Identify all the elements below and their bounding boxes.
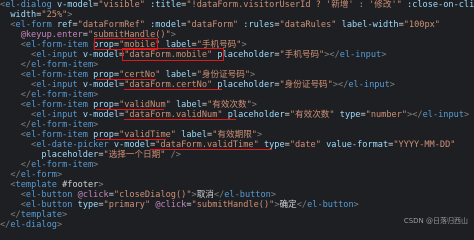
highlight-underline-prop-validnum — [96, 109, 164, 110]
highlight-underline-vmodel-validtime — [150, 149, 272, 150]
highlight-underline-vmodel-validnum — [124, 119, 236, 120]
watermark: CSDN @日落归西山 — [403, 217, 468, 225]
highlight-underline-prop-validtime — [96, 139, 166, 140]
highlight-underline-prop-certno — [96, 79, 156, 80]
code-line: </el-dialog> — [0, 220, 63, 229]
code-editor[interactable]: <el-dialog v-model="visible" :title="!da… — [0, 0, 474, 229]
highlight-underline-vmodel-certno — [124, 89, 222, 90]
highlight-box-vmodel-mobile — [122, 48, 224, 61]
